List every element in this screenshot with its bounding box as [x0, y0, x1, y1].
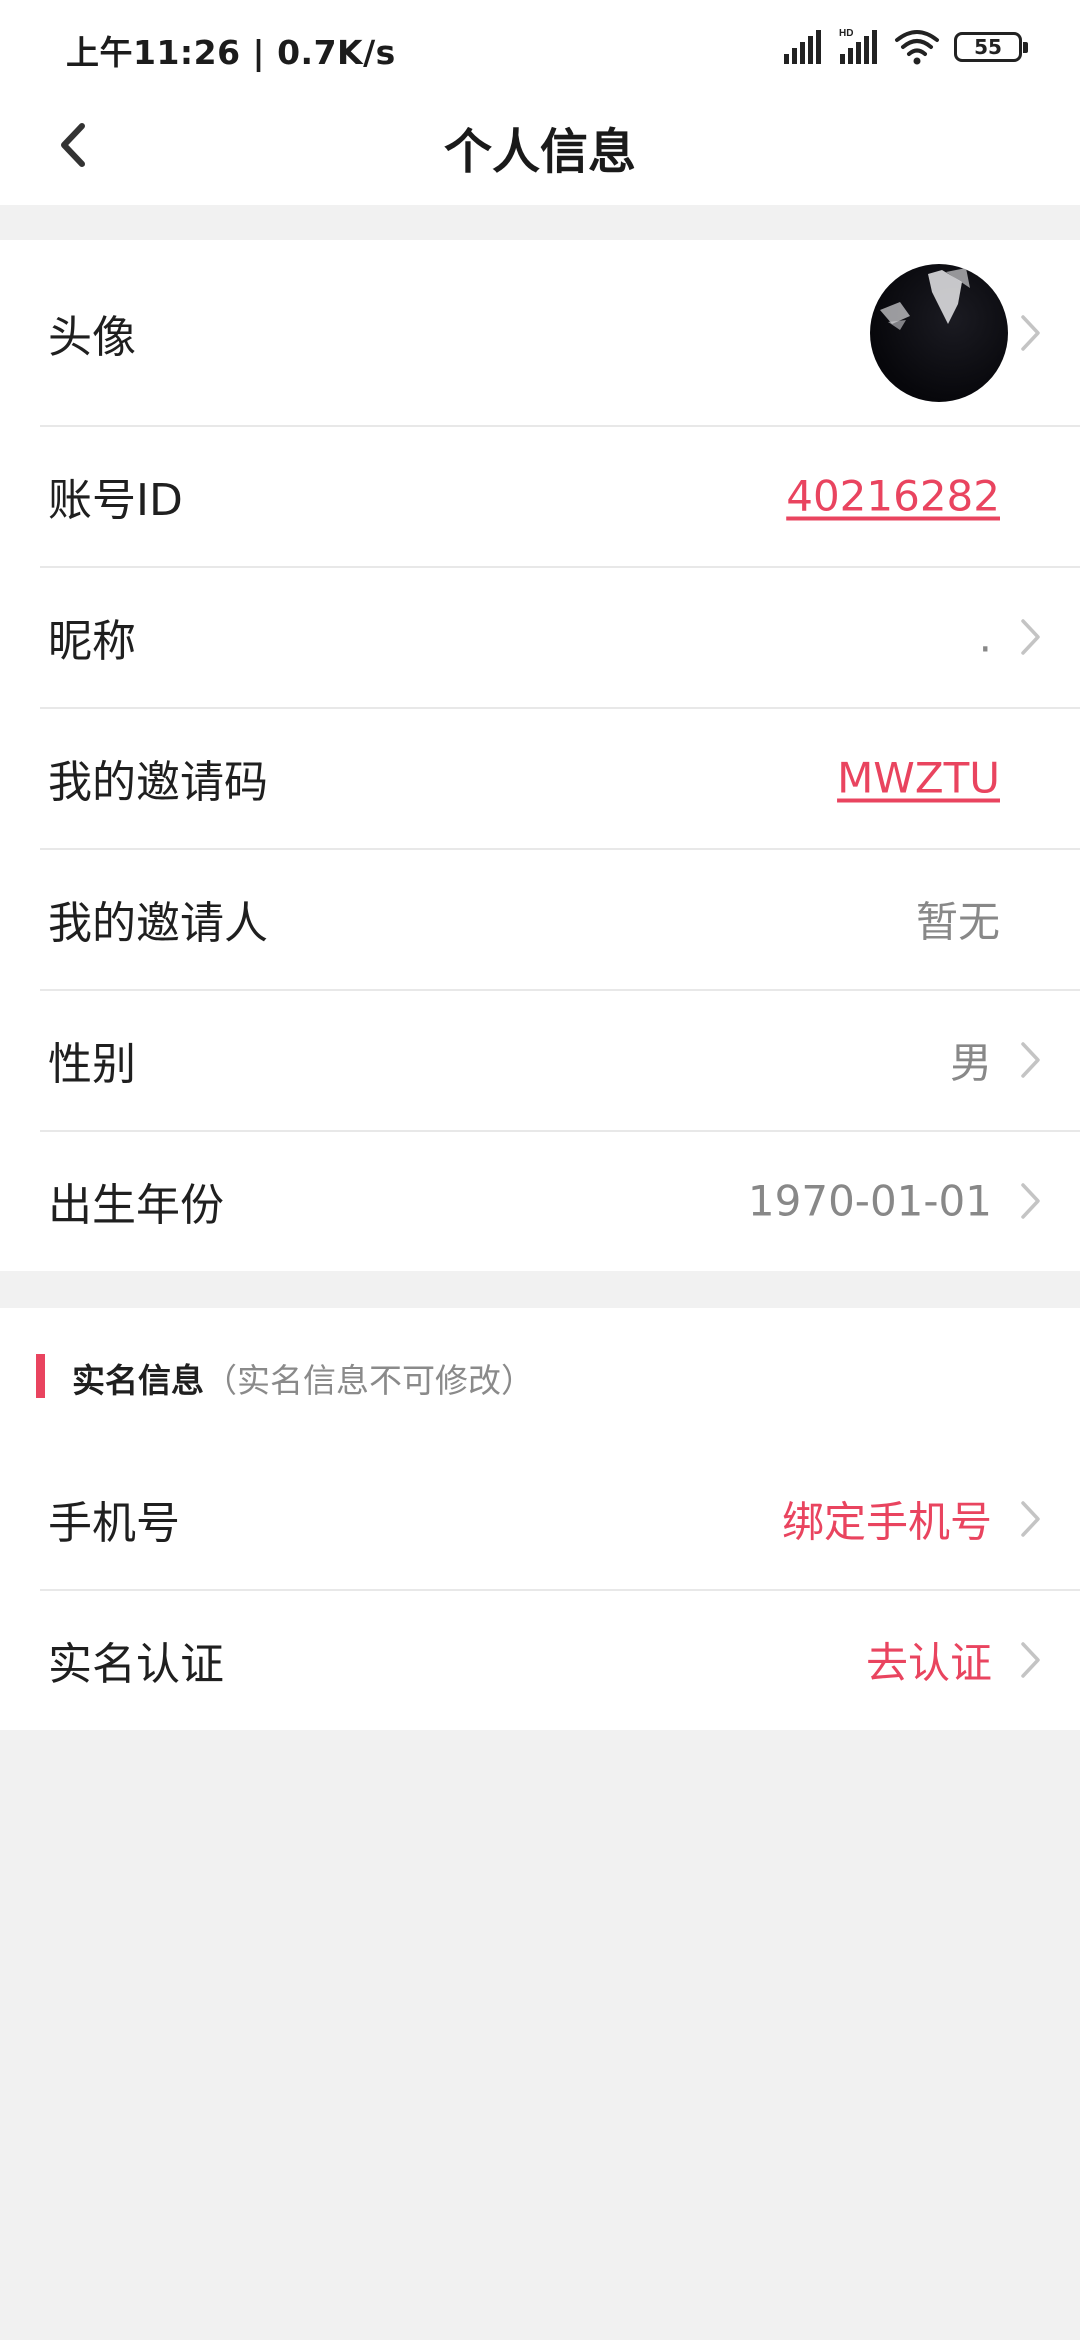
status-icons: HD 55 — [782, 26, 1028, 70]
battery-icon: 55 — [954, 32, 1028, 62]
nickname-row[interactable]: 昵称 . — [0, 566, 1080, 707]
screen: 上午11:26 | 0.7K/s HD 55 个人信息 头像 账号ID 4021… — [0, 0, 1080, 2340]
gender-value: 男 — [949, 1038, 992, 1087]
chevron-right-icon — [1021, 618, 1040, 655]
chevron-right-icon — [1021, 1641, 1040, 1678]
section-title: 实名信息（实名信息不可修改） — [72, 1354, 534, 1402]
chevron-right-icon — [1021, 1182, 1040, 1219]
birth-year-row[interactable]: 出生年份 1970-01-01 — [0, 1130, 1080, 1271]
nickname-label: 昵称 — [48, 615, 136, 667]
inviter-label: 我的邀请人 — [48, 897, 268, 949]
chevron-right-icon — [1021, 314, 1040, 351]
verify-label: 实名认证 — [48, 1638, 224, 1690]
invite-code-value[interactable]: MWZTU — [837, 753, 1000, 802]
phone-row[interactable]: 手机号 绑定手机号 — [0, 1448, 1080, 1589]
birth-year-label: 出生年份 — [48, 1179, 224, 1231]
nav-bar: 个人信息 — [0, 90, 1080, 205]
avatar — [870, 264, 1008, 402]
account-id-label: 账号ID — [48, 474, 183, 526]
header-accent-bar — [36, 1354, 45, 1398]
profile-section: 头像 账号ID 40216282 昵称 . 我的邀请码 MWZTU 我的邀请人 … — [0, 240, 1080, 1271]
status-time-speed: 上午11:26 | 0.7K/s — [66, 33, 396, 72]
real-name-section: 实名信息（实名信息不可修改） 手机号 绑定手机号 实名认证 去认证 — [0, 1308, 1080, 1730]
account-id-value[interactable]: 40216282 — [786, 471, 1000, 520]
inviter-value: 暂无 — [915, 897, 1000, 946]
verify-link[interactable]: 去认证 — [866, 1629, 992, 1690]
avatar-label: 头像 — [48, 311, 136, 363]
account-id-row: 账号ID 40216282 — [0, 425, 1080, 566]
nickname-value: . — [978, 612, 992, 661]
invite-code-label: 我的邀请码 — [48, 756, 268, 808]
section-note: （实名信息不可修改） — [204, 1361, 534, 1400]
avatar-image — [880, 268, 970, 330]
invite-code-row: 我的邀请码 MWZTU — [0, 707, 1080, 848]
gender-row[interactable]: 性别 男 — [0, 989, 1080, 1130]
signal-icon — [784, 30, 821, 64]
phone-label: 手机号 — [48, 1497, 180, 1549]
page-title: 个人信息 — [443, 124, 636, 180]
gender-label: 性别 — [48, 1038, 136, 1090]
bind-phone-link[interactable]: 绑定手机号 — [782, 1488, 992, 1549]
section-title-text: 实名信息 — [72, 1361, 204, 1400]
svg-text:HD: HD — [839, 28, 853, 39]
status-bar: 上午11:26 | 0.7K/s HD 55 — [0, 0, 1080, 90]
wifi-icon — [895, 30, 939, 65]
inviter-row: 我的邀请人 暂无 — [0, 848, 1080, 989]
avatar-row[interactable]: 头像 — [0, 240, 1080, 425]
hd-signal-icon: HD — [839, 28, 877, 64]
chevron-right-icon — [1021, 1041, 1040, 1078]
chevron-right-icon — [1021, 1500, 1040, 1537]
real-name-header: 实名信息（实名信息不可修改） — [0, 1308, 1080, 1448]
birth-year-value: 1970-01-01 — [747, 1176, 992, 1225]
verify-row[interactable]: 实名认证 去认证 — [0, 1589, 1080, 1730]
